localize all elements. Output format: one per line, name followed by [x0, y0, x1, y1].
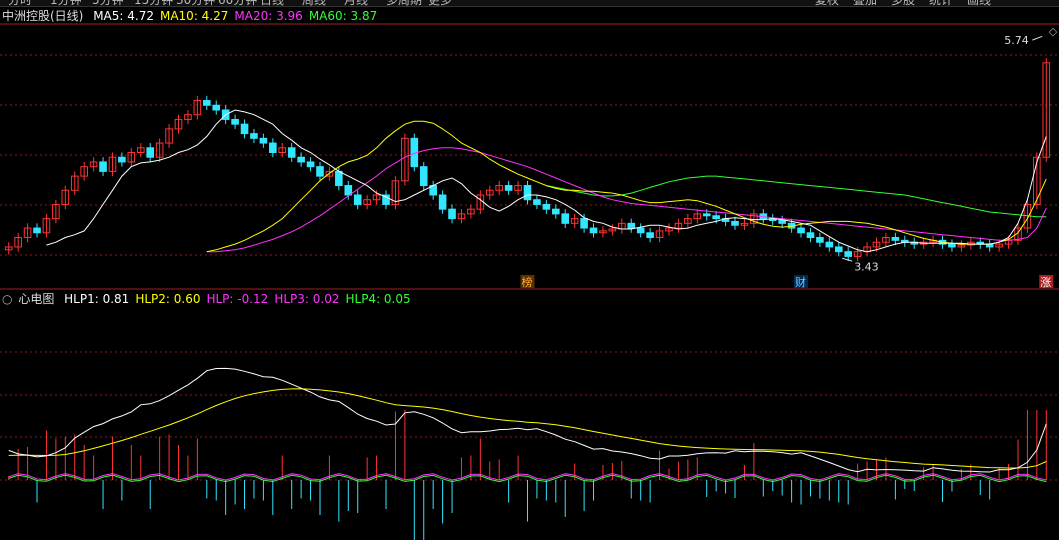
candle-down [712, 215, 720, 220]
candle-down [353, 194, 362, 205]
candle-down [731, 220, 739, 226]
candle-down [504, 185, 513, 191]
sub-panel-header: ○ 心电图 HLP1: 0.81 HLP2: 0.60 HLP: -0.12 HLP3… [2, 290, 423, 307]
candle-down [240, 123, 249, 135]
low-marker-arrow [842, 257, 853, 262]
candle-down [212, 104, 221, 111]
candle-down [335, 170, 343, 187]
candle-down [778, 220, 786, 224]
candle-down [834, 246, 843, 253]
candle-down [948, 243, 956, 248]
ma60-line [546, 175, 1047, 218]
candle-down [118, 156, 126, 163]
candle-down [297, 156, 305, 163]
main-panel-header: 中洲控股(日线) MA5: 4.72 MA10: 4.27 MA20: 3.96 MA… [2, 7, 389, 24]
ma-value-2: MA20: 3.96 [234, 9, 303, 23]
sub-panel-icon: ○ [2, 292, 13, 306]
candle-down [561, 213, 570, 224]
candle-down [438, 194, 447, 210]
candle-down [448, 208, 456, 220]
candle-down [523, 185, 532, 201]
candle-down [344, 185, 353, 196]
candle-down [825, 241, 834, 248]
candle-down [542, 203, 551, 210]
event-tag: 榜 [522, 275, 533, 289]
candle-down [806, 232, 815, 238]
main-panel-title: 中洲控股(日线) [2, 9, 84, 23]
candle-down [636, 227, 645, 234]
candle-down [589, 227, 598, 234]
high-price-marker: 5.74 [1004, 34, 1029, 47]
candle-down [627, 222, 636, 229]
candle-down [797, 227, 805, 234]
ma-value-1: MA10: 4.27 [159, 9, 229, 23]
low-price-marker: 3.43 [854, 260, 879, 273]
candle-down [231, 118, 239, 125]
candle-down [269, 142, 277, 154]
candle-down [202, 100, 211, 106]
ma-indicator-values: MA5: 4.72 MA10: 4.27 MA20: 3.96 MA60: 3.87 [93, 9, 383, 23]
candle-down [533, 199, 541, 205]
candle-down [33, 227, 41, 234]
ma-value-3: MA60: 3.87 [308, 9, 378, 23]
hlp2-line [8, 388, 1047, 469]
hlp-value-3: HLP3: 0.02 [274, 292, 340, 306]
candle-down [259, 137, 268, 144]
candle-down [99, 161, 107, 172]
ma20-line [206, 147, 1047, 253]
candle-down [287, 147, 296, 158]
candle-down [146, 147, 155, 158]
candle-down [316, 166, 324, 177]
candle-down [306, 161, 315, 168]
sub-panel-title: 心电图 [18, 292, 55, 306]
hlp-indicator-values: HLP1: 0.81 HLP2: 0.60 HLP: -0.12 HLP3: 0.02… [64, 292, 416, 306]
hlp-value-1: HLP2: 0.60 [135, 292, 201, 306]
candle-down [419, 166, 428, 187]
candle-down [816, 237, 824, 243]
candle-down [844, 251, 853, 257]
candle-down [891, 237, 900, 241]
event-tag: 财 [795, 275, 806, 289]
candle-down [551, 208, 560, 215]
candle-down [702, 213, 711, 217]
candle-down [580, 218, 588, 229]
kline-chart: 5.74 3.43 榜 财 涨 [0, 23, 1059, 540]
ma-value-0: MA5: 4.72 [93, 9, 154, 23]
high-marker-arrow [1032, 35, 1043, 41]
event-tag: 涨 [1040, 276, 1051, 289]
hlp-value-4: HLP4: 0.05 [345, 292, 411, 306]
hlp-value-2: HLP: -0.12 [206, 292, 269, 306]
hlp1-line [8, 367, 1047, 473]
candle-down [646, 232, 654, 238]
collapse-diamond-icon[interactable]: ◇ [1045, 26, 1059, 38]
hlp-value-0: HLP1: 0.81 [64, 292, 130, 306]
candle-down [250, 133, 258, 139]
